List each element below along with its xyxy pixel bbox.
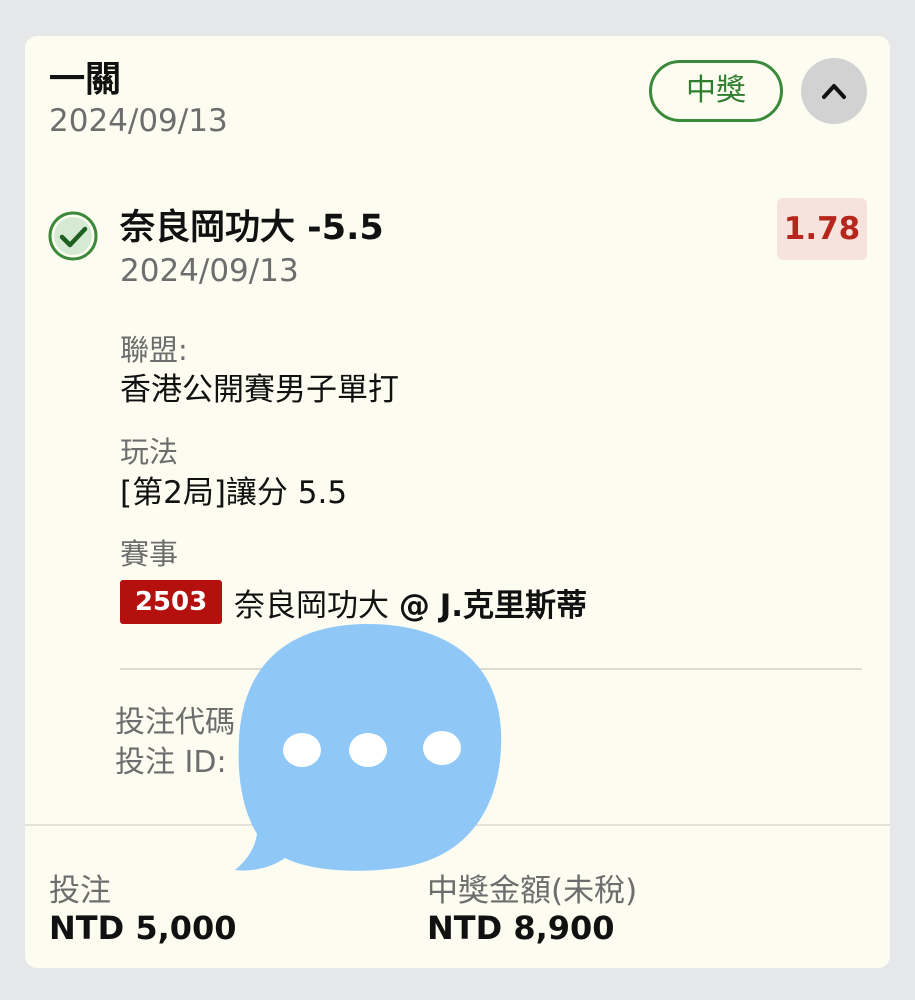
bet-type-title: 一關 xyxy=(49,59,122,100)
event-row: 2503 奈良岡功大 @ J.克里斯蒂 xyxy=(120,580,587,624)
chevron-up-icon xyxy=(822,84,846,99)
selection-name: 奈良岡功大 -5.5 xyxy=(120,208,384,248)
stake-value: NTD 5,000 xyxy=(49,909,237,947)
bet-id-label: 投注 ID: xyxy=(115,745,227,780)
collapse-button[interactable] xyxy=(801,58,867,124)
event-away: J.克里斯蒂 xyxy=(439,587,588,624)
league-label: 聯盟: xyxy=(120,333,188,367)
status-badge: 中獎 xyxy=(649,60,783,122)
event-separator: @ xyxy=(398,587,430,624)
event-name: 奈良岡功大 @ J.克里斯蒂 xyxy=(234,580,587,625)
selection-date: 2024/09/13 xyxy=(120,253,299,289)
bet-code-label: 投注代碼 xyxy=(115,705,235,740)
chat-bubble-icon xyxy=(235,624,502,871)
bet-date: 2024/09/13 xyxy=(49,103,228,139)
event-label: 賽事 xyxy=(120,537,179,571)
event-home: 奈良岡功大 xyxy=(234,587,389,624)
payout-value: NTD 8,900 xyxy=(427,909,615,947)
stake-label: 投注 xyxy=(49,873,111,909)
check-circle-icon xyxy=(48,211,98,261)
market-label: 玩法 xyxy=(120,435,179,469)
event-id-badge: 2503 xyxy=(120,580,222,624)
league-value: 香港公開賽男子單打 xyxy=(120,372,399,408)
market-value: [第2局]讓分 5.5 xyxy=(120,475,348,511)
odds-badge: 1.78 xyxy=(777,198,867,260)
